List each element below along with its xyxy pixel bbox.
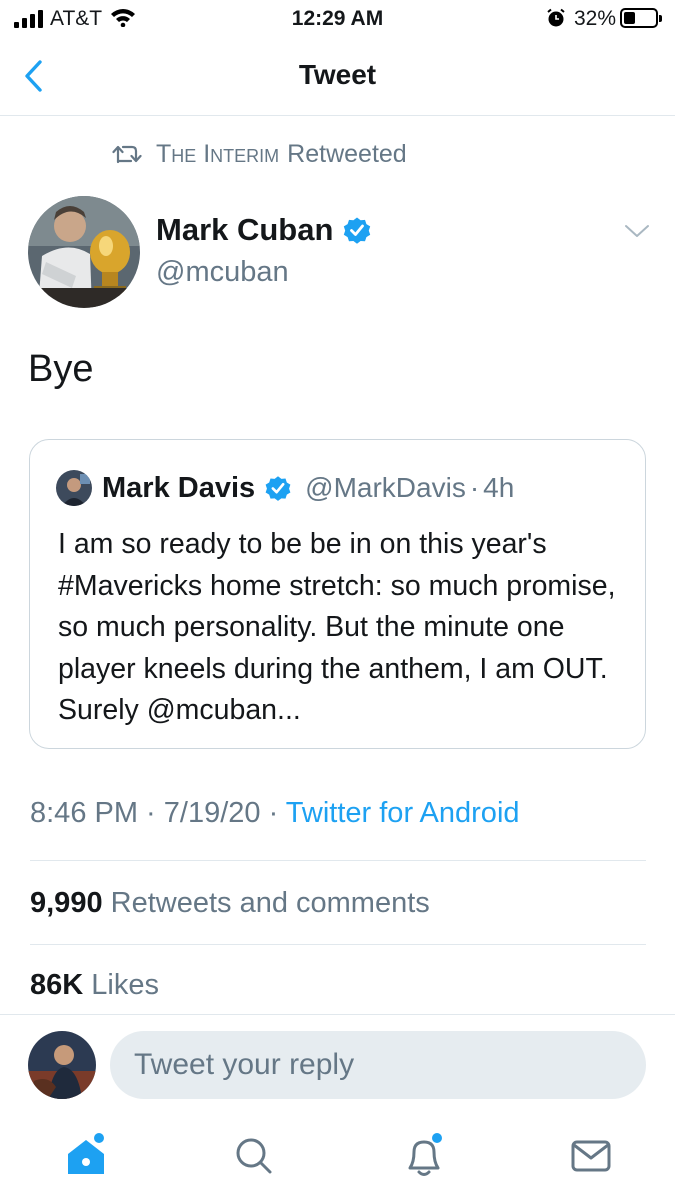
verified-badge-icon: [344, 217, 371, 244]
chevron-down-icon[interactable]: [624, 222, 650, 240]
divider: [30, 944, 646, 945]
retweets-count: 9,990: [30, 887, 103, 919]
notifications-icon[interactable]: [400, 1132, 448, 1180]
tweet-text: Bye: [28, 348, 94, 390]
battery-percent: 32%: [574, 7, 617, 30]
author-name: Mark Cuban: [156, 212, 334, 247]
tweet-time: 8:46 PM: [30, 797, 138, 829]
quoted-author-avatar: [56, 470, 92, 506]
retweet-context[interactable]: The Interim Retweeted: [112, 138, 407, 170]
home-icon[interactable]: [62, 1132, 110, 1180]
quoted-time: 4h: [483, 472, 515, 503]
retweets-stat[interactable]: 9,990 Retweets and comments: [30, 887, 430, 920]
nav-header: Tweet: [0, 38, 675, 116]
separator-dot: ·: [138, 797, 164, 829]
author-name-row[interactable]: Mark Cuban: [156, 212, 373, 248]
likes-count: 86K: [30, 969, 84, 1001]
tweet-date: 7/19/20: [163, 797, 261, 829]
reply-input[interactable]: [110, 1031, 646, 1099]
author-handle[interactable]: @mcuban: [156, 256, 289, 289]
separator-dot: ·: [469, 472, 480, 503]
tab-bar: [0, 1114, 675, 1200]
messages-icon[interactable]: [567, 1132, 615, 1180]
battery-icon: [620, 8, 662, 28]
quoted-tweet-text: I am so ready to be be in on this year's…: [58, 528, 616, 726]
quoted-tweet[interactable]: Mark Davis @MarkDavis · 4h I am so ready…: [29, 439, 646, 749]
retweets-label: Retweets and comments: [110, 887, 430, 919]
verified-badge-icon: [265, 476, 291, 501]
status-bar: AT&T 12:29 AM 32%: [0, 0, 675, 38]
quoted-author-name: Mark Davis: [102, 471, 256, 504]
retweeter-name: The Interim: [156, 139, 280, 168]
page-title: Tweet: [298, 59, 377, 90]
divider: [30, 860, 646, 861]
quoted-tweet-header: Mark Davis @MarkDavis · 4h: [56, 470, 514, 506]
likes-stat[interactable]: 86K Likes: [30, 969, 159, 1002]
alarm-icon: [547, 8, 565, 27]
author-avatar[interactable]: [28, 196, 140, 308]
retweet-icon: [112, 145, 142, 164]
current-user-avatar[interactable]: [28, 1031, 96, 1099]
separator-dot: ·: [260, 797, 286, 829]
reply-bar: [0, 1014, 675, 1114]
tweet-meta: 8:46 PM · 7/19/20 · Twitter for Android: [30, 797, 520, 830]
tweet-source-link[interactable]: Twitter for Android: [286, 797, 520, 829]
search-icon[interactable]: [230, 1132, 278, 1180]
quoted-author-handle: @MarkDavis: [305, 472, 466, 503]
retweeted-label: Retweeted: [287, 139, 407, 168]
likes-label: Likes: [91, 969, 159, 1001]
